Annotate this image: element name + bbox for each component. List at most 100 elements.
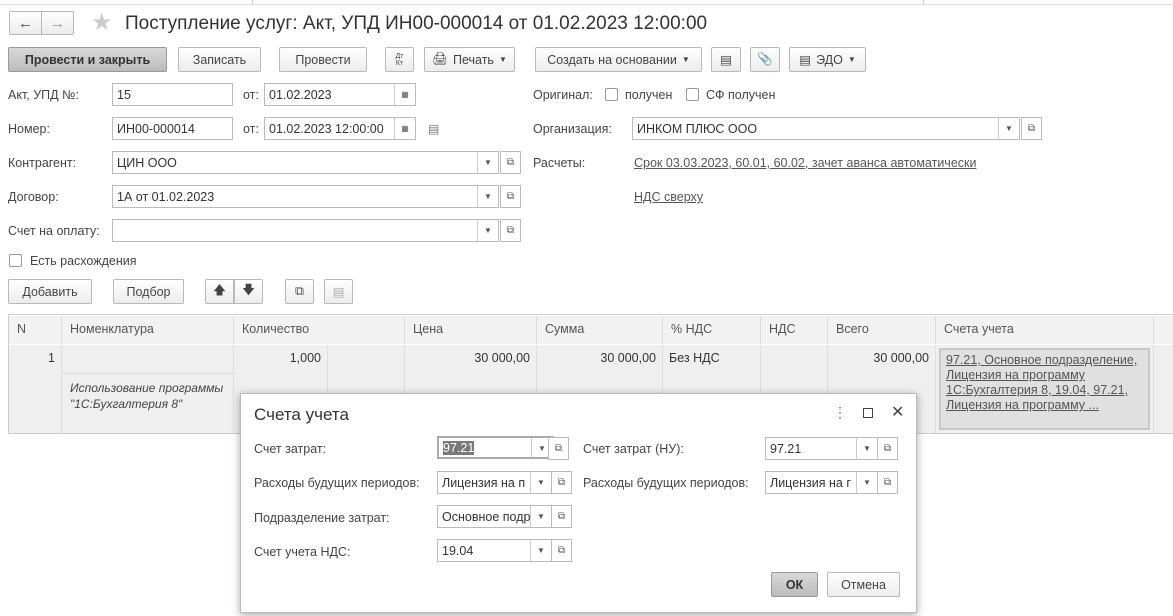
chevron-down-icon[interactable]: ▼ — [998, 118, 1019, 139]
post-and-close-button[interactable]: Провести и закрыть — [8, 47, 167, 72]
cost-account-nu-input[interactable]: 97.21 ▼ — [765, 437, 878, 460]
chevron-down-icon: ▼ — [681, 55, 690, 64]
cell-accounts[interactable]: 97.21, Основное подразделение, Лицензия … — [936, 345, 1154, 433]
original-label: Оригинал: — [533, 88, 593, 102]
item-value — [62, 345, 233, 374]
cost-account-input[interactable]: 97.21 ▼ — [437, 436, 554, 459]
contract-input[interactable]: 1А от 01.02.2023 ▼ — [112, 185, 499, 208]
print-button[interactable]: 🖨 Печать ▼ — [424, 47, 515, 72]
create-based-on-button[interactable]: Создать на основании ▼ — [535, 47, 702, 72]
open-department-button[interactable]: ⧉ — [551, 505, 572, 528]
column-header-sum[interactable]: Сумма — [537, 316, 663, 344]
column-header-total[interactable]: Всего — [828, 316, 936, 344]
open-cost-account-button[interactable]: ⧉ — [548, 437, 569, 460]
close-icon[interactable]: ✕ — [891, 402, 904, 422]
open-contractor-button[interactable]: ⧉ — [500, 151, 521, 174]
accounts-link[interactable]: 97.21, Основное подразделение, Лицензия … — [939, 348, 1150, 430]
move-up-button[interactable]: 🡅 — [205, 279, 234, 304]
number-input[interactable]: ИН00-000014 — [112, 117, 233, 140]
column-header-accounts[interactable]: Счета учета — [936, 316, 1154, 344]
chevron-down-icon[interactable]: ▼ — [477, 186, 498, 207]
chevron-down-icon[interactable]: ▼ — [530, 540, 551, 561]
chevron-down-icon: ▼ — [498, 55, 507, 64]
chevron-down-icon[interactable]: ▼ — [530, 472, 551, 493]
divider — [252, 0, 253, 5]
contractor-input[interactable]: ЦИН ООО ▼ — [112, 151, 499, 174]
column-header-price[interactable]: Цена — [405, 316, 537, 344]
dt-kt-button[interactable]: Дт Кт — [385, 47, 414, 72]
open-organization-button[interactable]: ⧉ — [1021, 117, 1042, 140]
chevron-down-icon[interactable]: ▼ — [856, 438, 877, 459]
open-cost-account-nu-button[interactable]: ⧉ — [877, 437, 898, 460]
edit-note-icon[interactable]: ▤ — [428, 122, 439, 136]
column-header-vat-rate[interactable]: % НДС — [663, 316, 761, 344]
post-button[interactable]: Провести — [279, 47, 367, 72]
back-button[interactable]: ← — [9, 11, 42, 35]
column-header-vat[interactable]: НДС — [761, 316, 828, 344]
received-checkbox[interactable] — [605, 88, 618, 101]
deferred-nu-input[interactable]: Лицензия на г ▼ — [765, 471, 878, 494]
chevron-down-icon[interactable]: ▼ — [477, 220, 498, 241]
calendar-icon[interactable]: ▦ — [394, 118, 415, 139]
open-deferred-nu-button[interactable]: ⧉ — [877, 471, 898, 494]
move-down-button[interactable]: 🡇 — [234, 279, 263, 304]
edo-button[interactable]: ▤ ЭДО ▼ — [789, 47, 866, 72]
department-input[interactable]: Основное подр ▼ — [437, 505, 552, 528]
arrow-right-icon: → — [50, 14, 65, 32]
open-vat-account-button[interactable]: ⧉ — [551, 539, 572, 562]
copy-button[interactable]: ⧉ — [285, 279, 314, 304]
act-date-input[interactable]: 01.02.2023 ▦ — [264, 83, 416, 106]
ok-button[interactable]: ОК — [771, 572, 818, 597]
number-date-input[interactable]: 01.02.2023 12:00:00 ▦ — [264, 117, 416, 140]
structure-button[interactable]: ▤ — [711, 47, 741, 72]
vat-on-top-link[interactable]: НДС сверху — [634, 190, 703, 204]
paste-button[interactable]: ▤ — [324, 279, 353, 304]
cancel-button[interactable]: Отмена — [827, 572, 900, 597]
calendar-icon[interactable]: ▦ — [394, 84, 415, 105]
column-header-qty[interactable]: Количество — [234, 316, 405, 344]
chevron-down-icon[interactable]: ▼ — [477, 152, 498, 173]
contract-label: Договор: — [8, 190, 59, 204]
pick-button[interactable]: Подбор — [113, 279, 184, 304]
paste-icon: ▤ — [332, 285, 345, 299]
vat-account-input[interactable]: 19.04 ▼ — [437, 539, 552, 562]
add-button[interactable]: Добавить — [8, 279, 92, 304]
invoice-input[interactable]: ▼ — [112, 219, 499, 242]
maximize-icon[interactable] — [863, 408, 873, 418]
settlements-link[interactable]: Срок 03.03.2023, 60.01, 60.02, зачет ава… — [634, 156, 976, 170]
open-icon: ⧉ — [1027, 123, 1036, 134]
accounts-dialog: Счета учета ⋮ ✕ Счет затрат: 97.21 ▼ ⧉ Сч… — [240, 393, 917, 613]
act-number-label: Акт, УПД №: — [8, 88, 79, 102]
cell-item[interactable]: Использование программы "1С:Бухгалтерия … — [62, 345, 234, 433]
chevron-down-icon[interactable]: ▼ — [856, 472, 877, 493]
dt-label: Дт — [395, 52, 404, 60]
arrow-left-icon: ← — [18, 14, 33, 32]
cell-n[interactable]: 1 — [9, 345, 62, 433]
sf-received-checkbox[interactable] — [686, 88, 699, 101]
open-contract-button[interactable]: ⧉ — [500, 185, 521, 208]
open-deferred-button[interactable]: ⧉ — [551, 471, 572, 494]
discrepancy-checkbox[interactable] — [9, 254, 22, 267]
more-icon[interactable]: ⋮ — [833, 404, 847, 421]
favorite-star-icon[interactable]: ★ — [91, 8, 113, 37]
page-title: Поступление услуг: Акт, УПД ИН00-000014 … — [125, 13, 708, 34]
column-header-n[interactable]: N — [9, 316, 62, 344]
open-icon: ⧉ — [883, 477, 892, 488]
organization-input[interactable]: ИНКОМ ПЛЮС ООО ▼ — [632, 117, 1020, 140]
column-header-item[interactable]: Номенклатура — [62, 316, 234, 344]
number-date-value: 01.02.2023 12:00:00 — [269, 121, 384, 136]
deferred-value: Лицензия на п — [442, 475, 526, 490]
chevron-down-icon[interactable]: ▼ — [530, 506, 551, 527]
save-button[interactable]: Записать — [178, 47, 261, 72]
arrow-down-icon: 🡇 — [242, 283, 255, 297]
column-header-filler — [1154, 316, 1173, 344]
create-based-label: Создать на основании — [547, 52, 677, 67]
deferred-input[interactable]: Лицензия на п ▼ — [437, 471, 552, 494]
dialog-title: Счета учета — [254, 405, 349, 424]
act-number-input[interactable]: 15 — [112, 83, 233, 106]
open-invoice-button[interactable]: ⧉ — [500, 219, 521, 242]
forward-button[interactable]: → — [41, 11, 74, 35]
attach-button[interactable]: 📎 — [750, 47, 780, 72]
settlements-label: Расчеты: — [533, 156, 586, 170]
discrepancy-label: Есть расхождения — [30, 254, 137, 268]
